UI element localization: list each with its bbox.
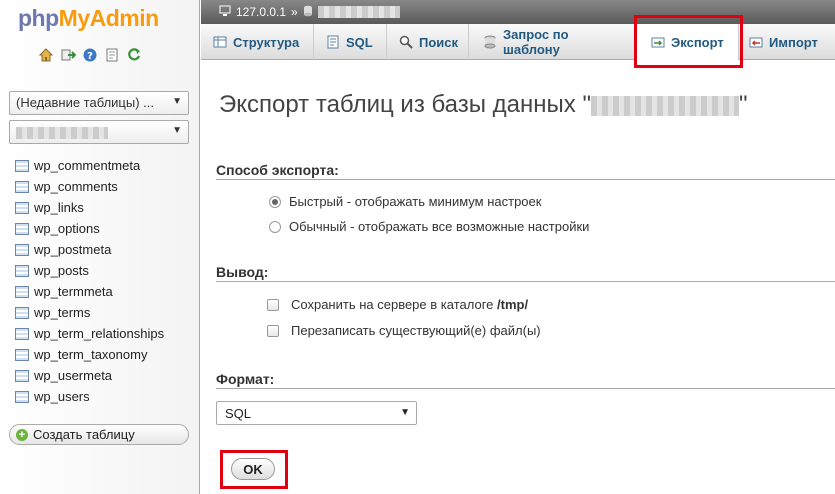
phpmyadmin-logo[interactable]: phpMyAdmin — [18, 5, 159, 32]
table-icon — [15, 285, 29, 298]
table-icon — [15, 264, 29, 277]
structure-icon — [213, 35, 227, 49]
chevron-down-icon: ▼ — [172, 125, 182, 136]
table-icon — [15, 348, 29, 361]
import-icon — [749, 35, 763, 49]
tab-structure[interactable]: Структура — [201, 24, 314, 60]
save-on-server-checkbox[interactable] — [267, 298, 279, 311]
table-icon — [15, 390, 29, 403]
table-item[interactable]: wp_term_taxonomy — [15, 344, 164, 365]
search-icon — [399, 35, 413, 49]
table-icon — [15, 222, 29, 235]
table-icon — [15, 243, 29, 256]
table-item[interactable]: wp_links — [15, 197, 164, 218]
logout-icon[interactable] — [60, 47, 76, 63]
overwrite-option[interactable]: Перезаписать существующий(е) файл(ы) — [267, 323, 541, 338]
table-icon — [15, 180, 29, 193]
table-item[interactable]: wp_termmeta — [15, 281, 164, 302]
database-icon — [303, 5, 313, 20]
table-list: wp_commentmeta wp_comments wp_links wp_o… — [15, 155, 164, 407]
main-content: Экспорт таблиц из базы данных " " Способ … — [201, 61, 835, 494]
section-divider — [216, 388, 835, 389]
table-icon — [15, 327, 29, 340]
recent-tables-select[interactable]: (Недавние таблицы) ... ▼ — [9, 91, 189, 115]
format-label: Формат: — [216, 371, 275, 387]
create-table-button[interactable]: + Создать таблицу — [9, 424, 189, 445]
table-icon — [15, 306, 29, 319]
table-item[interactable]: wp_terms — [15, 302, 164, 323]
table-item[interactable]: wp_posts — [15, 260, 164, 281]
table-item[interactable]: wp_comments — [15, 176, 164, 197]
table-item[interactable]: wp_term_relationships — [15, 323, 164, 344]
table-icon — [15, 159, 29, 172]
save-on-server-option[interactable]: Сохранить на сервере в каталоге /tmp/ — [267, 297, 528, 312]
radio-button[interactable] — [269, 220, 281, 233]
page-title: Экспорт таблиц из базы данных " " — [219, 91, 748, 118]
help-icon[interactable]: ? — [82, 47, 98, 63]
table-item[interactable]: wp_usermeta — [15, 365, 164, 386]
database-select[interactable]: ▼ — [9, 120, 189, 144]
plus-icon: + — [16, 428, 28, 441]
ok-button-highlight — [220, 450, 288, 489]
reload-icon[interactable] — [126, 47, 142, 63]
query-icon — [483, 35, 497, 49]
table-icon — [15, 201, 29, 214]
overwrite-checkbox[interactable] — [267, 324, 279, 337]
tab-search[interactable]: Поиск — [387, 24, 469, 60]
table-icon — [15, 369, 29, 382]
sql-icon — [326, 35, 340, 49]
chevron-down-icon: ▼ — [400, 407, 410, 418]
server-icon — [219, 5, 231, 20]
table-item[interactable]: wp_users — [15, 386, 164, 407]
output-label: Вывод: — [216, 264, 269, 280]
table-item[interactable]: wp_postmeta — [15, 239, 164, 260]
home-icon[interactable] — [38, 47, 54, 63]
tab-sql[interactable]: SQL — [314, 24, 387, 60]
tab-query-by-example[interactable]: Запрос по шаблону — [469, 24, 636, 60]
chevron-down-icon: ▼ — [172, 96, 182, 107]
navigation-panel: phpMyAdmin ? (Недавние таблицы) ... ▼ ▼ … — [0, 0, 200, 494]
table-item[interactable]: wp_commentmeta — [15, 155, 164, 176]
table-item[interactable]: wp_options — [15, 218, 164, 239]
radio-button[interactable] — [269, 195, 281, 208]
tab-import[interactable]: Импорт — [739, 24, 835, 60]
documentation-icon[interactable] — [104, 47, 120, 63]
svg-text:?: ? — [87, 51, 93, 62]
section-divider — [216, 179, 835, 180]
breadcrumb-server[interactable]: 127.0.0.1 — [236, 5, 286, 19]
redacted-database-name — [16, 126, 108, 139]
radio-custom-export[interactable]: Обычный - отображать все возможные настр… — [269, 219, 589, 234]
breadcrumb-separator: » — [291, 5, 298, 19]
redacted-database-name — [590, 95, 739, 116]
breadcrumb-database[interactable] — [317, 6, 400, 18]
format-select[interactable]: SQL ▼ — [216, 401, 417, 425]
section-divider — [216, 281, 835, 282]
radio-quick-export[interactable]: Быстрый - отображать минимум настроек — [269, 194, 541, 209]
export-method-label: Способ экспорта: — [216, 162, 339, 178]
nav-icon-bar: ? — [38, 47, 142, 63]
